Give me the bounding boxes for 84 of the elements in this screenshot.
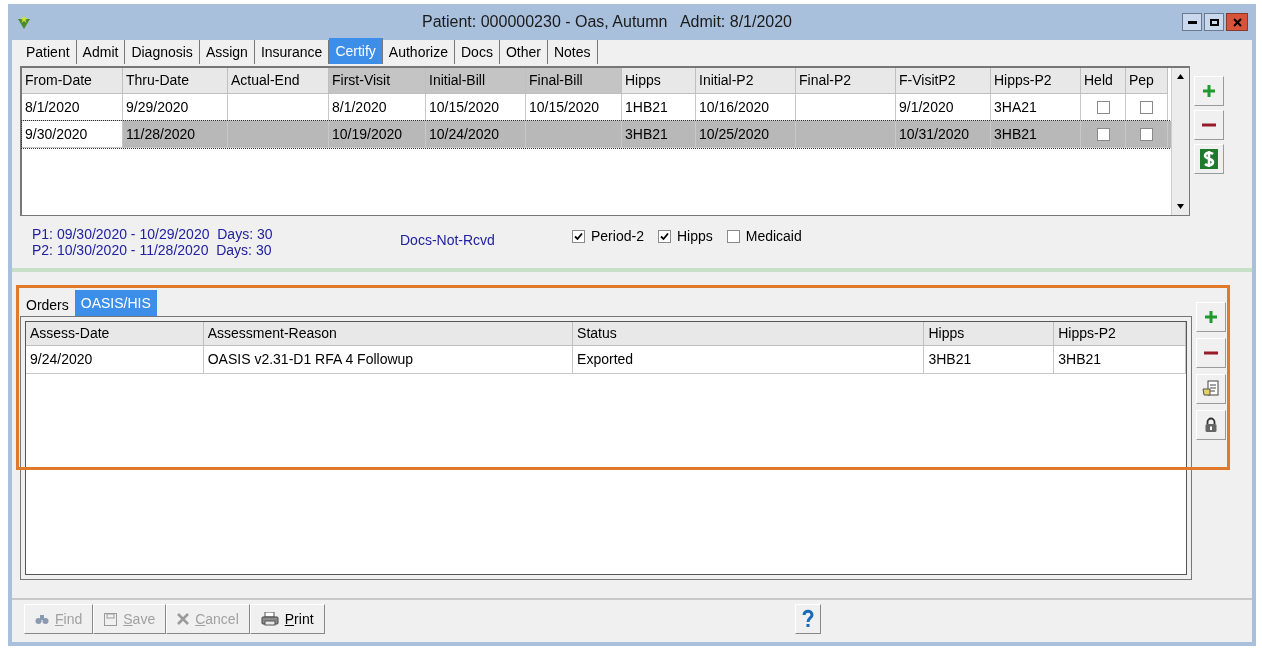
table-cell: 10/19/2020 [329,121,426,148]
add-button[interactable] [1196,302,1226,332]
close-icon [1232,17,1242,27]
column-header[interactable]: Hipps-P2 [1054,322,1186,346]
table-cell: Exported [573,346,925,374]
table-cell: 3HB21 [1054,346,1186,374]
column-header[interactable]: Status [573,322,925,346]
maximize-button[interactable] [1204,13,1224,31]
column-header[interactable]: Assessment-Reason [203,322,574,346]
binoculars-icon [35,613,49,625]
minus-icon [1202,123,1216,127]
period-text: P1: 09/30/2020 - 10/29/2020 Days: 30 [32,226,274,242]
document-hand-icon [1202,380,1220,398]
add-button[interactable] [1194,76,1224,106]
table-cell: 3HB21 [622,121,696,148]
column-header[interactable]: Assess-Date [26,322,204,346]
check-icon [659,232,669,241]
table-row[interactable]: 8/1/2020 9/29/2020 8/1/2020 10/15/2020 10/15/2020 1HB21 10/16/2020 9/1/2020 3HA21 [22,94,1171,121]
table-cell: 3HB21 [924,346,1055,374]
checkbox[interactable] [657,230,671,243]
column-header[interactable]: From-Date [22,68,123,94]
table-cell: 10/31/2020 [896,121,991,148]
dollar-icon [1200,149,1218,169]
checkbox[interactable] [572,230,585,243]
tab[interactable]: Authorize [382,40,455,64]
docs-status-text: Docs-Not-Rcvd [400,231,496,250]
column-header[interactable]: Held [1081,68,1126,94]
tab[interactable]: Admit [76,40,126,64]
column-header[interactable]: Final-Bill [526,68,622,94]
period-text: P2: 10/30/2020 - 11/28/2020 Days: 30 [32,242,273,258]
help-icon [801,609,814,629]
tab[interactable]: Diagnosis [125,40,200,64]
printer-icon [260,612,279,626]
column-header[interactable]: First-Visit [329,68,426,94]
checkbox-label: Medicaid [745,227,802,246]
column-header[interactable]: F-VisitP2 [896,68,991,94]
checkbox[interactable] [1096,127,1110,141]
table-cell: OASIS v2.31-D1 RFA 4 Followup [203,346,574,374]
column-header[interactable]: Initial-Bill [426,68,526,94]
table-cell: 11/28/2020 [123,121,228,148]
remove-button[interactable] [1196,338,1226,368]
toolbar-button[interactable]: Print [249,604,325,634]
column-header[interactable]: Thru-Date [123,68,228,94]
tab[interactable]: Orders [20,294,75,316]
column-header[interactable]: Hipps [622,68,696,94]
table-row[interactable]: 9/30/2020 11/28/2020 10/19/2020 10/24/2020 3HB21 10/25/2020 10/31/2020 3HB21 [22,121,1171,148]
help-button[interactable] [794,604,821,634]
table-cell: 3HB21 [991,121,1081,148]
document-button[interactable] [1196,374,1226,404]
scroll-bar[interactable] [1171,68,1189,215]
checkbox-label: Hipps [676,227,713,246]
checkbox[interactable] [1140,100,1153,114]
window-title: Patient: 000000230 - Oas, Autumn Admit: 8/1/2020 [421,12,793,32]
tab[interactable]: Patient [20,40,77,64]
tab[interactable]: Other [499,40,548,64]
plus-icon [1202,84,1216,98]
check-icon [574,232,583,241]
column-header[interactable]: Final-P2 [796,68,896,94]
column-header[interactable]: Hipps [924,322,1055,346]
remove-button[interactable] [1194,110,1224,140]
column-header[interactable]: Initial-P2 [696,68,796,94]
lock-icon [1204,417,1218,433]
checkbox[interactable] [726,230,740,243]
table-cell: 9/30/2020 [22,121,123,148]
minimize-button[interactable] [1182,13,1202,31]
close-button[interactable] [1226,13,1248,31]
plus-icon [1204,310,1218,324]
checkbox[interactable] [1096,100,1110,114]
tab[interactable]: Docs [455,40,500,64]
cross-icon [177,613,190,625]
tab[interactable]: Notes [547,40,598,64]
lock-button[interactable] [1196,410,1226,440]
tab[interactable]: Assign [199,40,255,64]
checkbox-label: Period-2 [591,227,644,246]
checkbox[interactable] [1140,127,1153,141]
column-header[interactable]: Pep [1126,68,1168,94]
billing-button[interactable] [1194,144,1224,174]
table-cell: 9/24/2020 [26,346,204,374]
app-logo-icon [16,14,32,30]
table-cell: 10/24/2020 [426,121,526,148]
column-header[interactable]: Hipps-P2 [991,68,1081,94]
table-cell: 10/25/2020 [696,121,796,148]
minus-icon [1204,351,1218,355]
column-header[interactable]: Actual-End [228,68,329,94]
